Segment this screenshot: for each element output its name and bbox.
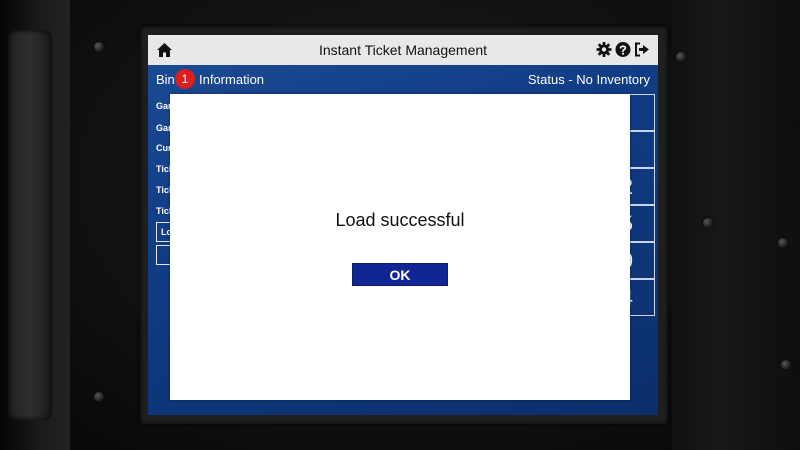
- screw: [676, 52, 686, 62]
- gear-icon[interactable]: [596, 41, 612, 58]
- logout-icon[interactable]: [634, 41, 650, 58]
- screw: [94, 42, 104, 52]
- lottery-terminal: Instant Ticket Management Bin 1 Informat…: [0, 0, 800, 450]
- screw: [703, 218, 713, 228]
- information-label: Information: [199, 72, 265, 87]
- ok-button[interactable]: OK: [352, 263, 448, 286]
- terminal-right-housing: [672, 0, 800, 450]
- dialog-message: Load successful: [335, 210, 465, 230]
- screw: [778, 238, 788, 248]
- header-actions: [596, 41, 650, 58]
- screw: [781, 360, 791, 370]
- inventory-status: Status - No Inventory: [527, 72, 650, 87]
- help-icon[interactable]: [615, 41, 631, 58]
- app-title: Instant Ticket Management: [318, 42, 488, 58]
- terminal-left-housing: [0, 0, 70, 450]
- screw: [94, 392, 104, 402]
- bin-info-bar: Bin 1 Information Status - No Inventory: [148, 65, 658, 93]
- app-header: Instant Ticket Management: [148, 35, 658, 65]
- load-result-dialog: Load successful OK: [170, 94, 630, 400]
- terminal-side-slot: [8, 30, 52, 420]
- bin-label: Bin: [156, 72, 175, 87]
- bin-number-badge: 1: [175, 69, 195, 89]
